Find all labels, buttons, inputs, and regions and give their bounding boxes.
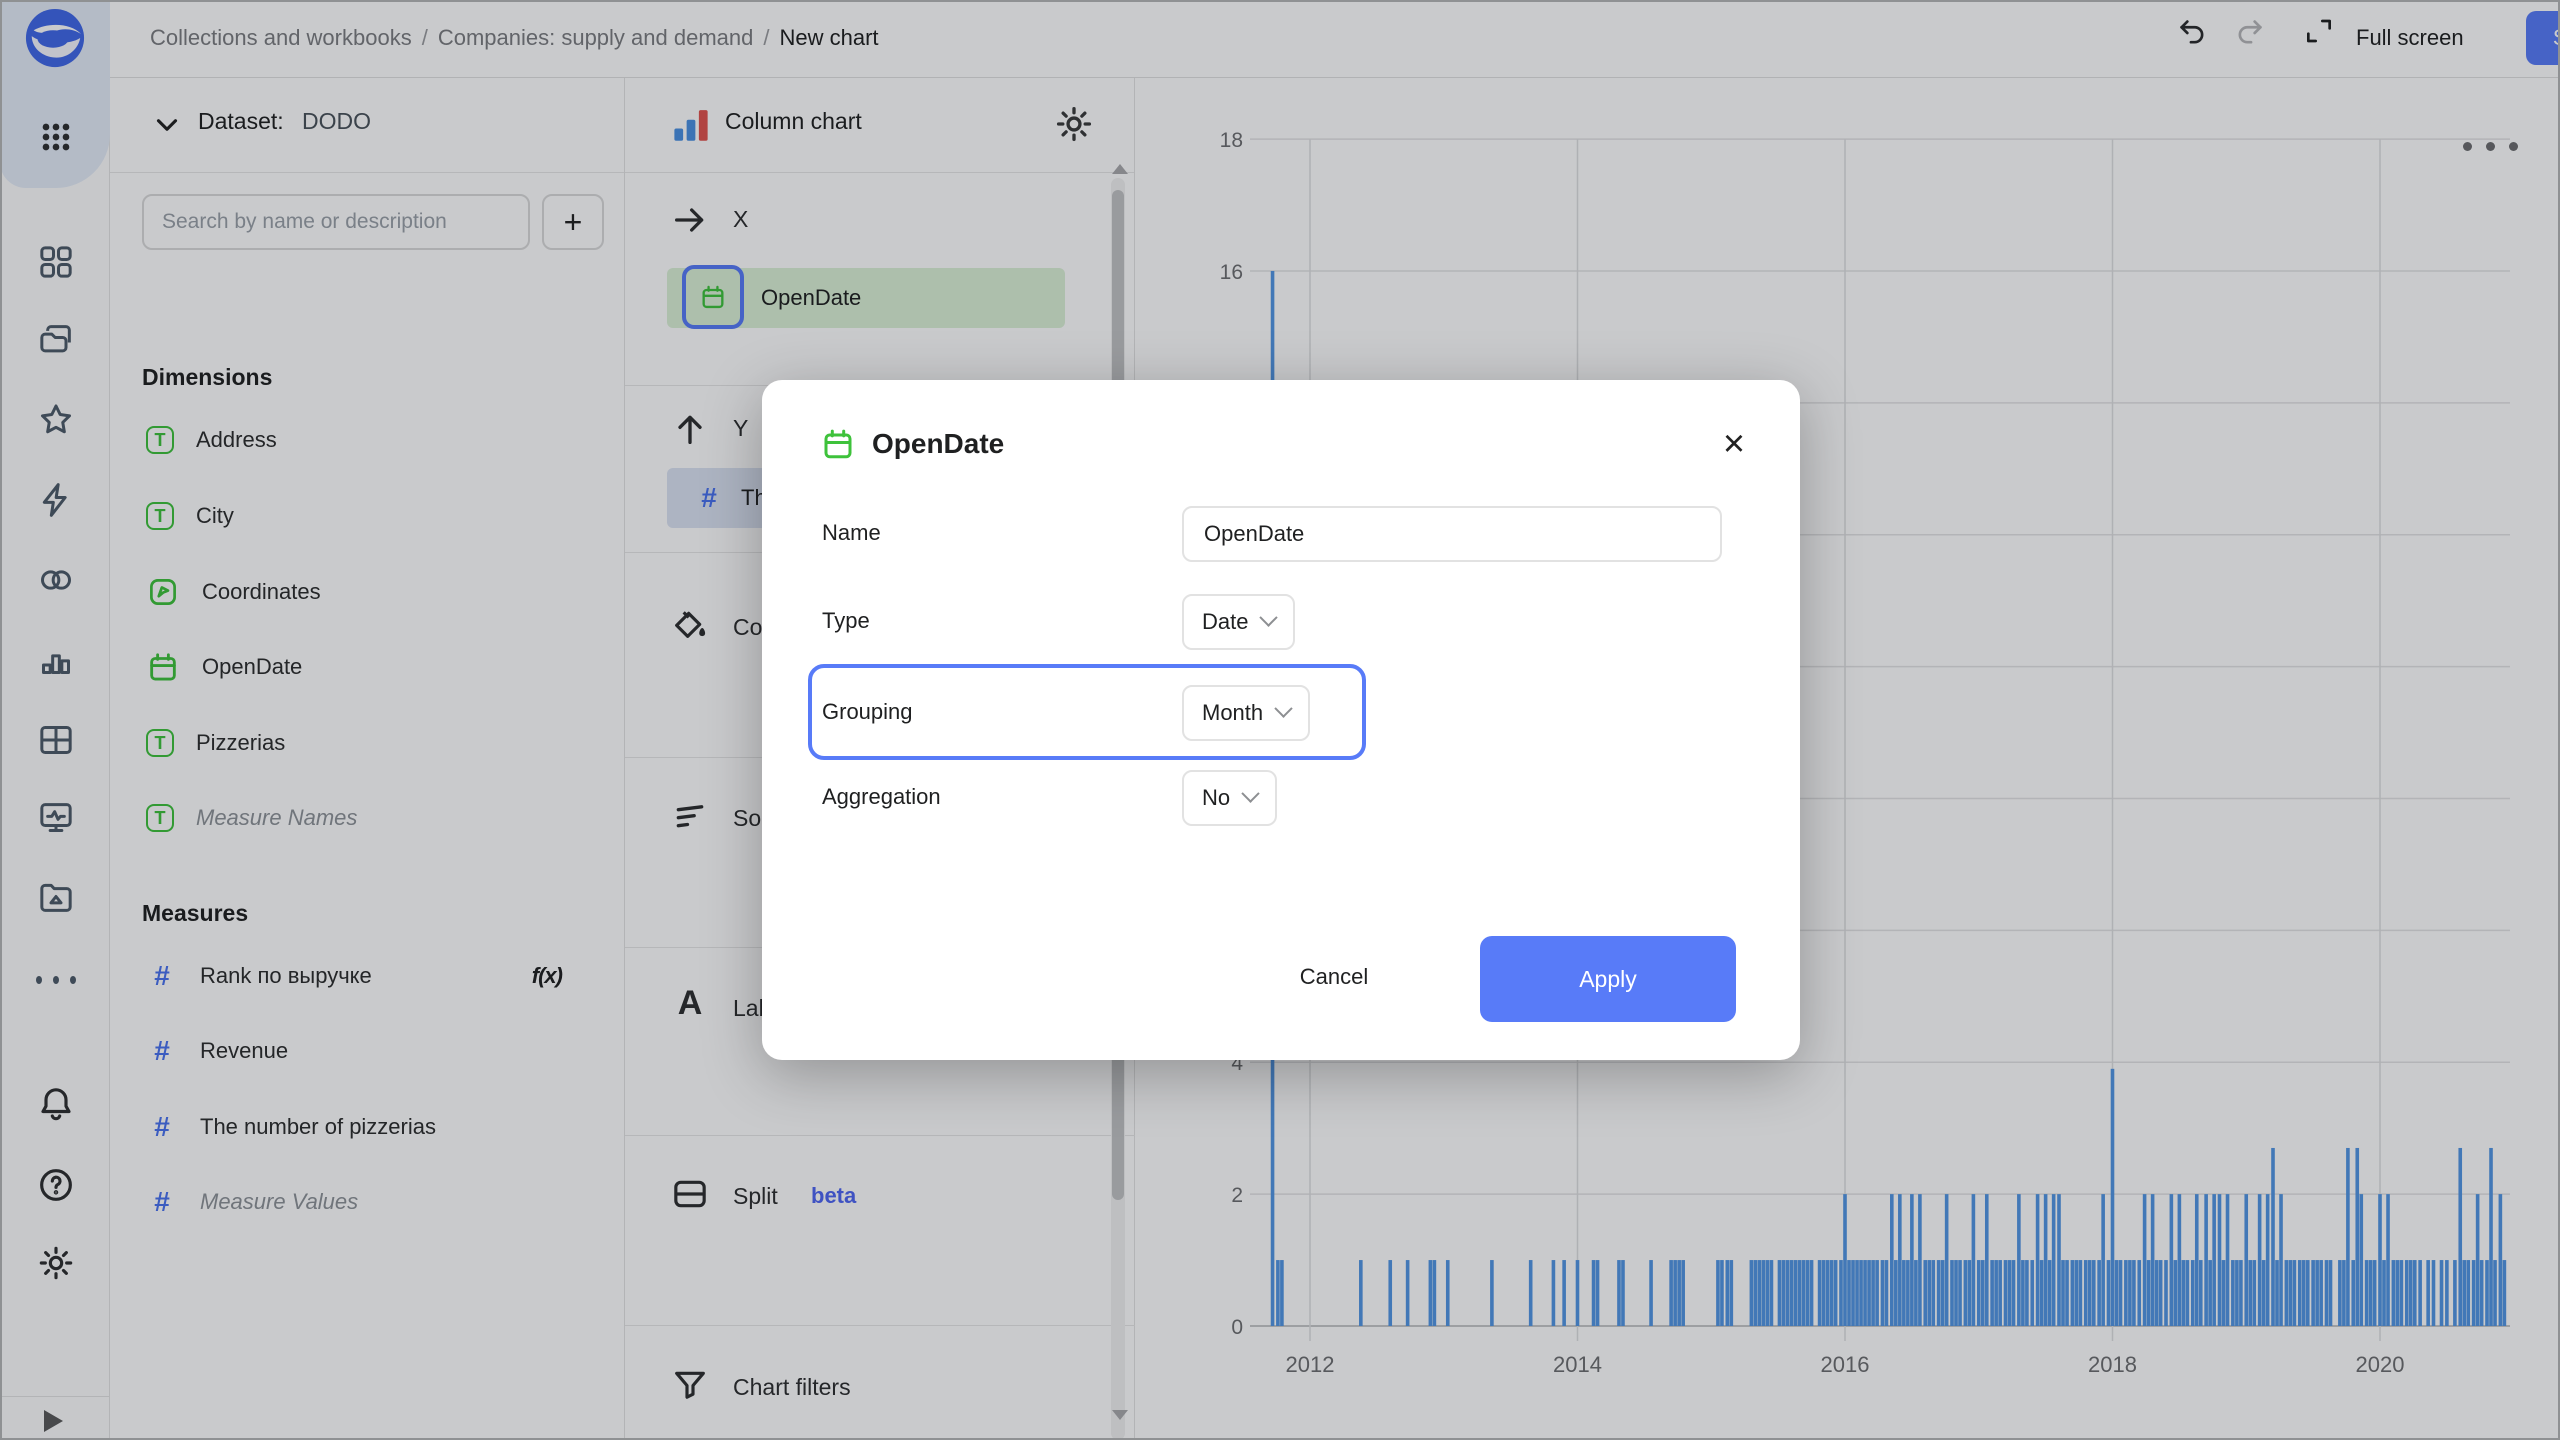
- name-input[interactable]: [1182, 506, 1722, 562]
- type-value: Date: [1202, 609, 1248, 635]
- chevron-down-icon: [1260, 608, 1278, 626]
- aggregation-select[interactable]: No: [1182, 770, 1277, 826]
- aggregation-label: Aggregation: [822, 784, 941, 810]
- aggregation-value: No: [1202, 785, 1230, 811]
- chevron-down-icon: [1241, 784, 1259, 802]
- grouping-value: Month: [1202, 700, 1263, 726]
- chevron-down-icon: [1274, 699, 1292, 717]
- dialog-title: OpenDate: [872, 428, 1004, 460]
- apply-button[interactable]: Apply: [1480, 936, 1736, 1022]
- type-select[interactable]: Date: [1182, 594, 1295, 650]
- calendar-field-icon: [820, 426, 856, 462]
- type-label: Type: [822, 608, 870, 634]
- close-icon[interactable]: ×: [1708, 418, 1760, 470]
- cancel-button[interactable]: Cancel: [1286, 948, 1382, 1006]
- grouping-label: Grouping: [822, 699, 913, 725]
- field-settings-dialog: OpenDate × Name Type Date Grouping Month…: [762, 380, 1800, 1060]
- grouping-select[interactable]: Month: [1182, 685, 1310, 741]
- name-label: Name: [822, 520, 881, 546]
